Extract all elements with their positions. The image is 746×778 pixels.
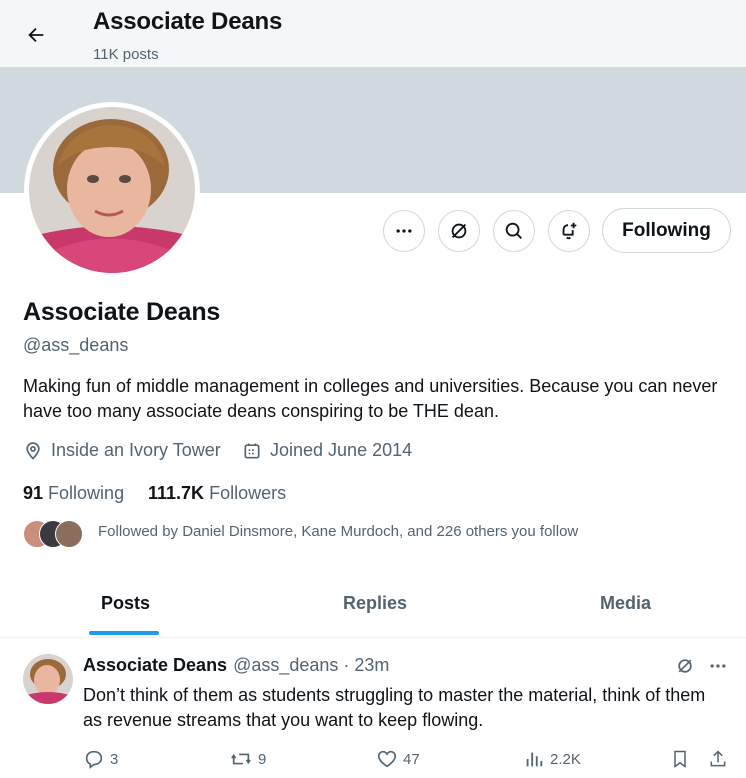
views-count: 2.2K bbox=[550, 750, 581, 768]
tab-media[interactable]: Media bbox=[600, 593, 651, 614]
location-text: Inside an Ivory Tower bbox=[51, 440, 221, 460]
following-count: 91 bbox=[23, 483, 44, 503]
post-text: Don’t think of them as students struggli… bbox=[83, 685, 706, 730]
followed-by-avatars[interactable] bbox=[23, 520, 83, 548]
like-count: 47 bbox=[403, 750, 420, 768]
location-icon bbox=[26, 441, 40, 460]
divider bbox=[0, 637, 746, 638]
repost-button[interactable]: 9 bbox=[229, 748, 266, 770]
followers-label: Followers bbox=[209, 483, 287, 503]
post-meta[interactable]: @ass_deans · 23m bbox=[233, 655, 389, 676]
reply-button[interactable]: 3 bbox=[83, 748, 118, 770]
notification-add-icon bbox=[562, 222, 577, 240]
share-icon bbox=[710, 750, 726, 767]
post-more-button[interactable] bbox=[708, 656, 728, 676]
tab-posts[interactable]: Posts bbox=[101, 593, 150, 614]
search-icon bbox=[505, 222, 522, 239]
search-button[interactable] bbox=[493, 210, 535, 252]
profile-bio: Making fun of middle management in colle… bbox=[23, 376, 718, 421]
following-button[interactable]: Following bbox=[602, 208, 731, 253]
bookmark-button[interactable] bbox=[670, 748, 690, 770]
profile-handle: @ass_deans bbox=[23, 335, 129, 355]
profile-name: Associate Deans bbox=[23, 298, 221, 326]
grok-icon bbox=[678, 659, 692, 673]
following-label: Following bbox=[48, 483, 125, 503]
more-button[interactable] bbox=[383, 210, 425, 252]
grok-icon bbox=[451, 223, 467, 239]
share-button[interactable] bbox=[708, 748, 728, 770]
tab-replies[interactable]: Replies bbox=[343, 593, 407, 614]
post-header: Associate Deans @ass_deans · 23m bbox=[83, 655, 389, 676]
like-icon bbox=[377, 750, 397, 768]
post-grok-button[interactable] bbox=[675, 656, 695, 676]
following-stat[interactable]: 91 Following bbox=[23, 483, 124, 504]
header-title: Associate Deans bbox=[93, 8, 283, 35]
followers-stat[interactable]: 111.7K Followers bbox=[148, 483, 286, 504]
grok-button[interactable] bbox=[438, 210, 480, 252]
reply-icon bbox=[85, 750, 103, 769]
more-icon bbox=[710, 664, 726, 668]
reply-count: 3 bbox=[110, 750, 119, 768]
back-button[interactable] bbox=[20, 19, 52, 51]
post-avatar-image bbox=[23, 654, 73, 704]
repost-icon bbox=[231, 753, 251, 765]
active-tab-indicator bbox=[89, 631, 159, 635]
post-author[interactable]: Associate Deans bbox=[83, 655, 227, 676]
join-date: Joined June 2014 bbox=[242, 440, 412, 461]
views-icon bbox=[526, 752, 543, 767]
join-date-text: Joined June 2014 bbox=[270, 440, 413, 460]
more-icon bbox=[396, 229, 412, 233]
profile-avatar[interactable] bbox=[24, 102, 200, 278]
repost-count: 9 bbox=[258, 750, 267, 768]
notifications-button[interactable] bbox=[548, 210, 590, 252]
post-avatar[interactable] bbox=[23, 654, 73, 704]
back-arrow-icon bbox=[28, 27, 44, 43]
post-count: 11K posts bbox=[93, 46, 159, 63]
followers-count: 111.7K bbox=[148, 483, 205, 503]
like-button[interactable]: 47 bbox=[376, 748, 420, 770]
followed-by-text[interactable]: Followed by Daniel Dinsmore, Kane Murdoc… bbox=[98, 523, 578, 540]
avatar bbox=[55, 520, 83, 548]
avatar-image bbox=[29, 107, 195, 273]
location: Inside an Ivory Tower bbox=[23, 440, 221, 461]
views-button[interactable]: 2.2K bbox=[523, 748, 581, 770]
calendar-icon bbox=[244, 443, 260, 458]
bookmark-icon bbox=[674, 750, 686, 768]
